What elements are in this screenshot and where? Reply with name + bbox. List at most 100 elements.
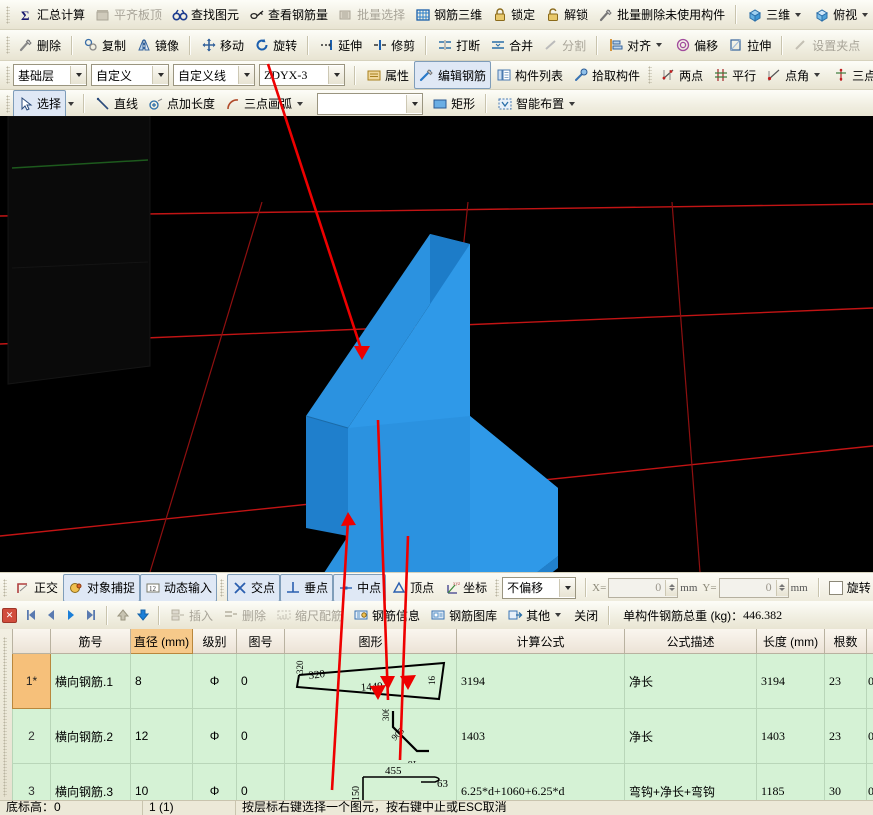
tool-move[interactable]: 移动 [196, 31, 249, 59]
snap-midpoint[interactable]: 中点 [333, 574, 386, 602]
tool-three-point-arc[interactable]: 三点画弧 [220, 90, 311, 118]
tool-copy[interactable]: 复制 [78, 31, 131, 59]
close-icon[interactable]: ✕ [2, 608, 17, 623]
prev-record-button[interactable] [41, 605, 61, 625]
col-diameter[interactable]: 直径 (mm) [131, 629, 193, 654]
last-record-button[interactable] [81, 605, 101, 625]
cell-overlap[interactable]: 0 [867, 654, 873, 709]
col-length[interactable]: 长度 (mm) [757, 629, 825, 654]
cell-count[interactable]: 30 [825, 764, 867, 801]
toolbar-grip[interactable] [6, 36, 10, 54]
tool-edit-rebar[interactable]: 编辑钢筋 [414, 61, 491, 89]
tool-break[interactable]: 打断 [432, 31, 485, 59]
toolbar-grip[interactable] [6, 95, 10, 113]
cell-diameter[interactable]: 8 [131, 654, 193, 709]
col-formula[interactable]: 计算公式 [457, 629, 625, 654]
tool-two-point[interactable]: 两点 [655, 61, 708, 89]
col-shape[interactable]: 图形 [285, 629, 457, 654]
y-offset-stepper[interactable] [776, 580, 788, 596]
chevron-down-icon[interactable] [795, 13, 801, 17]
tool-align[interactable]: 对齐 [603, 31, 670, 59]
chevron-down-icon[interactable] [328, 66, 344, 84]
toolbar-grip[interactable] [6, 6, 10, 24]
tool-stretch[interactable]: 拉伸 [723, 31, 776, 59]
rebar-close-button[interactable]: 关闭 [569, 601, 603, 629]
toolbar-grip[interactable] [648, 66, 652, 84]
col-grade[interactable]: 级别 [193, 629, 237, 654]
tool-summary-calc[interactable]: Σ 汇总计算 [13, 1, 90, 29]
tool-select[interactable]: 选择 [13, 90, 66, 118]
snapbar-grip[interactable] [220, 579, 224, 597]
tool-smart-layout[interactable]: 智能布置 [492, 90, 583, 118]
tool-point-angle[interactable]: 点角 [761, 61, 828, 89]
chevron-down-icon[interactable] [70, 66, 86, 84]
table-row[interactable]: 3 横向钢筋.3 10 Φ 0 150 [13, 764, 873, 801]
toolbar-grip[interactable] [6, 66, 10, 84]
cell-shape[interactable]: 150 455 63 [285, 764, 457, 801]
snap-toggle-object-snap[interactable]: 对象捕捉 [63, 574, 140, 602]
cell-description[interactable]: 净长 [625, 654, 757, 709]
cell-grade[interactable]: Φ [193, 709, 237, 764]
tool-split[interactable]: 分割 [538, 31, 591, 59]
rebar-insert-row[interactable]: 插入 [165, 601, 218, 629]
snap-toggle-dynamic-input[interactable]: 12 动态输入 [140, 574, 217, 602]
tool-rotate[interactable]: 旋转 [249, 31, 302, 59]
tool-view-3d[interactable]: 三维 [742, 1, 809, 29]
cell-fig-no[interactable]: 0 [237, 654, 285, 709]
tool-rectangle[interactable]: 矩形 [427, 90, 480, 118]
cell-formula[interactable]: 3194 [457, 654, 625, 709]
snap-coordinate[interactable]: xyz 坐标 [439, 574, 492, 602]
tool-merge[interactable]: 合并 [485, 31, 538, 59]
tool-find-element[interactable]: 查找图元 [167, 1, 244, 29]
line-style-select[interactable] [317, 93, 423, 115]
rebar-table-container[interactable]: 筋号 直径 (mm) 级别 图号 图形 计算公式 公式描述 长度 (mm) 根数… [0, 629, 873, 800]
chevron-down-icon[interactable] [559, 579, 575, 597]
move-up-button[interactable] [113, 605, 133, 625]
snap-vertex[interactable]: 顶点 [386, 574, 439, 602]
chevron-down-icon[interactable] [152, 66, 168, 84]
tool-extend[interactable]: 延伸 [314, 31, 367, 59]
cell-bar-no[interactable]: 横向钢筋.1 [51, 654, 131, 709]
tool-parallel[interactable]: 平行 [708, 61, 761, 89]
col-fig-no[interactable]: 图号 [237, 629, 285, 654]
category-select[interactable]: 自定义 [91, 64, 169, 86]
snapbar-grip[interactable] [3, 579, 7, 597]
tool-view-top[interactable]: 俯视 [809, 1, 873, 29]
rebar-library-button[interactable]: 钢筋图库 [425, 601, 502, 629]
cell-diameter[interactable]: 10 [131, 764, 193, 801]
tool-offset[interactable]: 偏移 [670, 31, 723, 59]
floor-select[interactable]: 基础层 [13, 64, 87, 86]
cell-grade[interactable]: Φ [193, 764, 237, 801]
tool-point-plus-length[interactable]: 点加长度 [143, 90, 220, 118]
snap-toggle-ortho[interactable]: 正交 [10, 574, 63, 602]
tool-line[interactable]: 直线 [90, 90, 143, 118]
cell-length[interactable]: 1185 [757, 764, 825, 801]
chevron-down-icon[interactable] [555, 613, 561, 617]
rotate-checkbox[interactable] [829, 581, 843, 595]
row-number[interactable]: 1* [13, 654, 51, 709]
col-rownum[interactable] [13, 629, 51, 654]
snap-intersection[interactable]: 交点 [227, 574, 280, 602]
y-offset-input[interactable]: 0 [719, 578, 789, 598]
cell-fig-no[interactable]: 0 [237, 764, 285, 801]
tool-batch-select[interactable]: 批量选择 [333, 1, 410, 29]
tool-properties[interactable]: 属性 [361, 61, 414, 89]
tool-mirror[interactable]: 镜像 [131, 31, 184, 59]
cell-length[interactable]: 3194 [757, 654, 825, 709]
table-row[interactable]: 2 横向钢筋.2 12 Φ 0 306 905 18 [13, 709, 873, 764]
tool-pick-component[interactable]: 拾取构件 [568, 61, 645, 89]
tool-align-slab-top[interactable]: 平齐板顶 [90, 1, 167, 29]
cell-bar-no[interactable]: 横向钢筋.3 [51, 764, 131, 801]
tool-trim[interactable]: 修剪 [367, 31, 420, 59]
chevron-down-icon[interactable] [238, 66, 254, 84]
tool-view-rebar-qty[interactable]: 查看钢筋量 [244, 1, 333, 29]
cell-overlap[interactable]: 0 [867, 764, 873, 801]
col-count[interactable]: 根数 [825, 629, 867, 654]
first-record-button[interactable] [21, 605, 41, 625]
chevron-down-icon[interactable] [68, 102, 74, 106]
rebar-delete-row[interactable]: 删除 [218, 601, 271, 629]
chevron-down-icon[interactable] [297, 102, 303, 106]
x-offset-stepper[interactable] [665, 580, 677, 596]
chevron-down-icon[interactable] [862, 13, 868, 17]
cell-bar-no[interactable]: 横向钢筋.2 [51, 709, 131, 764]
